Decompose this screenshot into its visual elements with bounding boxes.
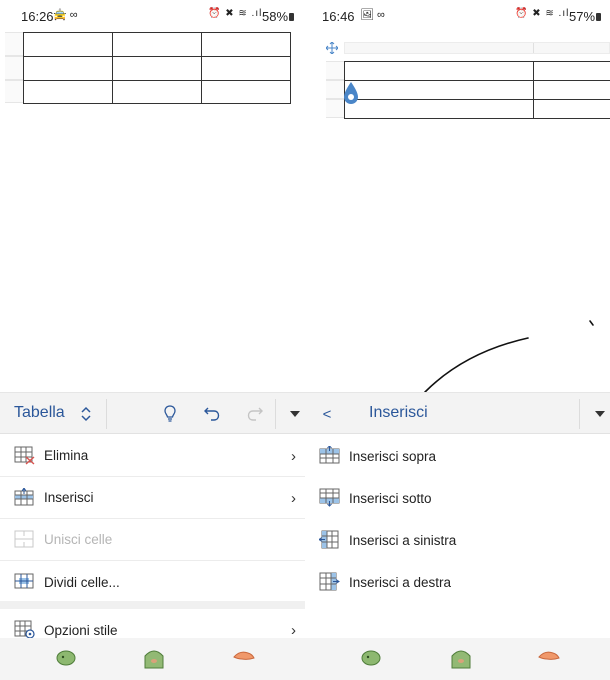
table-cell[interactable] (201, 56, 291, 81)
toolbar-divider (579, 399, 580, 429)
ribbon-tab-chevron-icon[interactable] (73, 401, 99, 427)
menu-item-label: Inserisci sopra (349, 448, 437, 464)
insert-below-icon (319, 488, 340, 507)
bottom-navigation-bar (0, 638, 305, 680)
menu-item-label: Inserisci sotto (349, 490, 432, 506)
menu-item-inserisci-sopra[interactable]: Inserisci sopra (305, 435, 610, 477)
lightbulb-icon[interactable] (157, 401, 183, 427)
back-button-glyph: < (322, 405, 332, 423)
nav-home-icon[interactable] (449, 648, 473, 675)
merge-cells-icon (14, 530, 35, 549)
ink-stroke (424, 320, 594, 393)
nav-back-icon[interactable] (360, 648, 382, 673)
bottom-navigation-bar (305, 638, 610, 680)
menu-item-dividi-celle[interactable]: Dividi celle... (0, 561, 305, 603)
nav-back-icon[interactable] (55, 648, 77, 673)
battery-level: 58% (262, 9, 289, 24)
menu-item-label: Opzioni stile (44, 622, 118, 638)
row-markers (5, 32, 23, 103)
table-cell[interactable] (23, 80, 113, 104)
table-insert-icon (14, 487, 35, 507)
document-table[interactable] (23, 32, 291, 104)
chevron-down-icon (595, 411, 605, 417)
left-screen: 16:26 🚖 ∞ ⏰ ✖ ≋ .ıl 58% Tabella Elimina … (0, 0, 305, 680)
insert-above-icon (319, 445, 340, 465)
back-button[interactable]: < (314, 401, 340, 427)
menu-item-label: Unisci celle (44, 532, 113, 547)
table-cell[interactable] (201, 32, 291, 57)
undo-icon[interactable] (199, 401, 225, 427)
status-bar: 16:26 🚖 ∞ ⏰ ✖ ≋ .ıl 58% (0, 0, 305, 30)
menu-item-label: Inserisci a sinistra (349, 532, 457, 548)
toolbar-divider (106, 399, 107, 429)
ribbon-collapse-button[interactable] (587, 401, 610, 427)
menu-item-inserisci-sotto[interactable]: Inserisci sotto (305, 477, 610, 519)
table-cell[interactable] (23, 32, 113, 57)
right-screen: 16:46 🖼 ∞ ⏰ ✖ ≋ .ıl 57% < Inserisci Inse… (305, 0, 610, 680)
chevron-down-icon (290, 411, 300, 417)
submenu-title: Inserisci (369, 404, 428, 421)
menu-item-inserisci-a-sinistra[interactable]: Inserisci a sinistra (305, 519, 610, 561)
chevron-right-icon: › (291, 490, 296, 507)
toolbar-divider (275, 399, 276, 429)
menu-section-gap (0, 601, 305, 609)
menu-item-label: Inserisci (44, 490, 94, 505)
chevron-right-icon: › (291, 448, 296, 465)
battery-indicator: 58% (262, 9, 295, 24)
ribbon-tab-selector[interactable]: Tabella (14, 404, 65, 422)
table-cell[interactable] (112, 56, 202, 81)
menu-item-unisci-celle[interactable]: Unisci celle (0, 519, 305, 561)
menu-item-label: Inserisci a destra (349, 574, 452, 590)
table-cell[interactable] (112, 80, 202, 104)
chevron-right-icon: › (291, 622, 296, 639)
nav-home-icon[interactable] (142, 648, 166, 675)
ribbon-toolbar: < Inserisci (305, 392, 610, 434)
insert-right-icon (319, 572, 340, 591)
redo-icon[interactable] (242, 401, 268, 427)
menu-item-elimina[interactable]: Elimina › (0, 435, 305, 477)
nav-recents-icon[interactable] (232, 648, 256, 669)
table-cell[interactable] (23, 56, 113, 81)
style-options-icon (14, 620, 35, 639)
insert-left-icon (318, 530, 340, 549)
table-cell[interactable] (201, 80, 291, 104)
system-status-icons: ⏰ ✖ ≋ .ıl (208, 8, 263, 19)
menu-item-label: Elimina (44, 448, 89, 463)
table-cell[interactable] (112, 32, 202, 57)
status-time: 16:26 (21, 9, 54, 24)
nav-recents-icon[interactable] (537, 648, 561, 669)
battery-icon (289, 13, 295, 21)
menu-item-inserisci[interactable]: Inserisci › (0, 477, 305, 519)
ribbon-collapse-button[interactable] (282, 401, 305, 427)
table-delete-icon (14, 446, 35, 465)
split-cells-icon (14, 572, 35, 591)
notification-icons: 🚖 ∞ (53, 9, 78, 21)
menu-item-inserisci-a-destra[interactable]: Inserisci a destra (305, 561, 610, 603)
ribbon-toolbar: Tabella (0, 392, 305, 434)
menu-item-label: Dividi celle... (44, 574, 120, 590)
